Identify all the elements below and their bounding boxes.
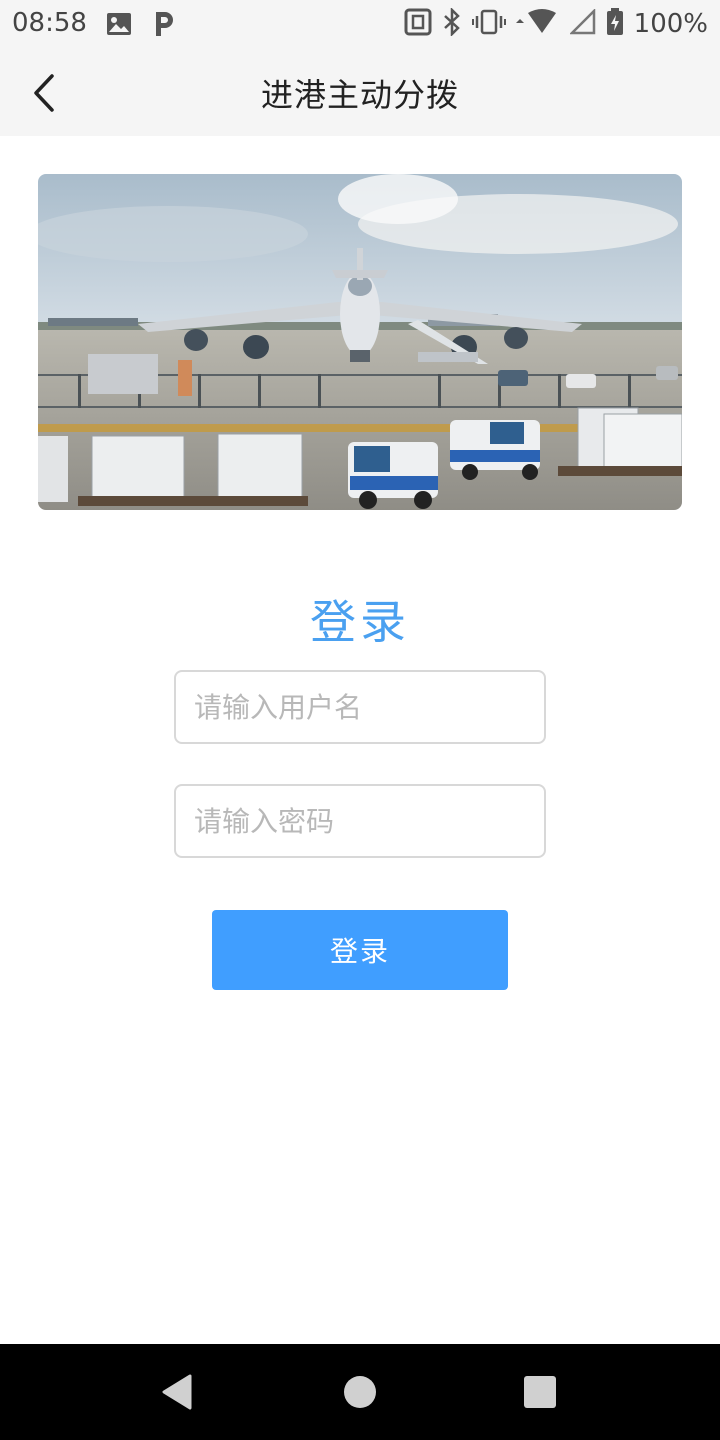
- battery-percent: 100%: [633, 9, 708, 39]
- hero-image-airport: [38, 174, 682, 510]
- image-icon: [106, 12, 132, 40]
- nfc-icon: [404, 8, 432, 40]
- vibrate-icon: [471, 9, 506, 39]
- app-header: 进港主动分拨: [0, 50, 720, 136]
- username-input[interactable]: [176, 672, 544, 742]
- password-field-container: [174, 784, 546, 858]
- page-title: 进港主动分拨: [260, 76, 459, 114]
- notification-icons: [106, 10, 176, 42]
- login-button[interactable]: 登录: [212, 910, 508, 990]
- bluetooth-icon: [442, 6, 462, 40]
- battery-icon: [606, 8, 624, 40]
- parking-p-icon: [152, 10, 176, 42]
- password-input[interactable]: [176, 786, 544, 856]
- recents-square-icon[interactable]: [524, 1376, 556, 1408]
- system-nav-bar: [0, 1344, 720, 1440]
- home-circle-icon[interactable]: [344, 1376, 376, 1408]
- status-time: 08:58: [12, 8, 87, 38]
- back-triangle-icon[interactable]: [160, 1374, 192, 1414]
- username-field-container: [174, 670, 546, 744]
- wifi-icon: [515, 9, 560, 39]
- cell-signal-icon: [568, 7, 596, 39]
- system-icons: 100%: [404, 6, 708, 40]
- login-heading: 登录: [310, 595, 410, 649]
- status-bar: 08:58 100%: [0, 0, 720, 50]
